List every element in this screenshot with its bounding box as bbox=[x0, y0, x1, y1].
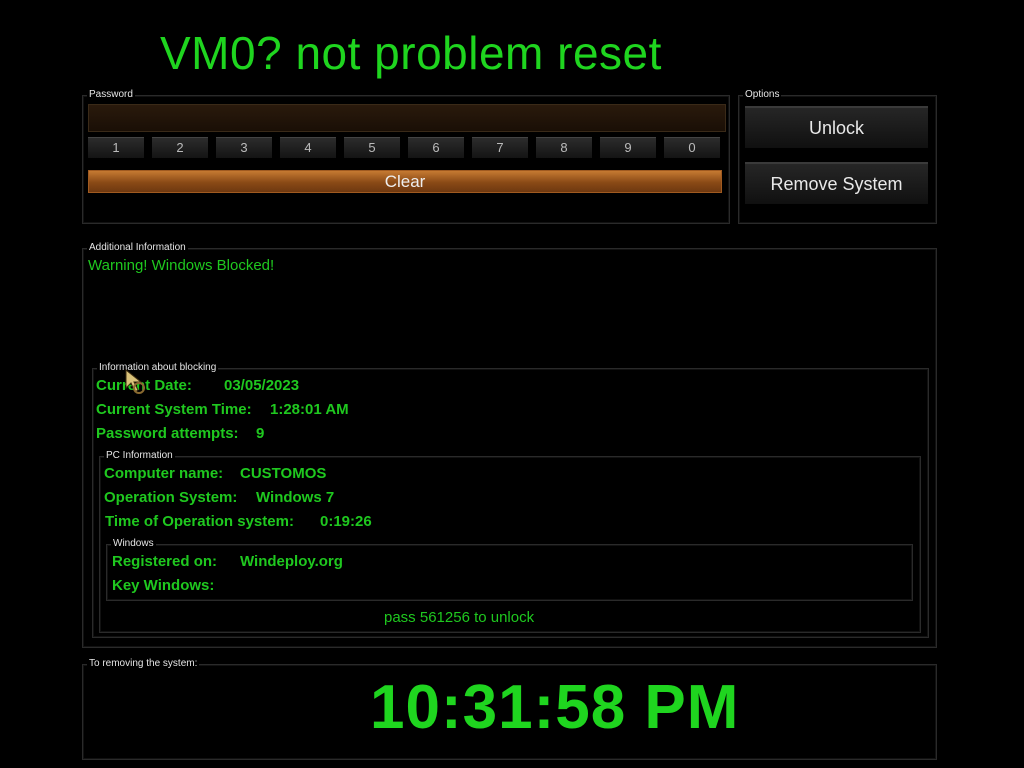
key-7-button[interactable]: 7 bbox=[472, 137, 528, 158]
password-attempts-label: Password attempts: bbox=[96, 425, 239, 442]
key-2-button[interactable]: 2 bbox=[152, 137, 208, 158]
password-attempts-value: 9 bbox=[256, 425, 265, 442]
options-legend: Options bbox=[743, 89, 782, 101]
key-5-button[interactable]: 5 bbox=[344, 137, 400, 158]
windows-legend: Windows bbox=[111, 538, 156, 550]
additional-info-legend: Additional Information bbox=[87, 242, 188, 254]
registered-on-value: Windeploy.org bbox=[240, 553, 343, 570]
key-9-button[interactable]: 9 bbox=[600, 137, 656, 158]
key-windows-label: Key Windows: bbox=[112, 577, 215, 594]
os-time-value: 0:19:26 bbox=[320, 513, 372, 530]
removal-clock: 10:31:58 PM bbox=[370, 673, 740, 742]
password-field[interactable] bbox=[88, 104, 726, 132]
key-6-button[interactable]: 6 bbox=[408, 137, 464, 158]
blocking-info-legend: Information about blocking bbox=[97, 362, 219, 374]
computer-name-value: CUSTOMOS bbox=[240, 465, 327, 482]
key-8-button[interactable]: 8 bbox=[536, 137, 592, 158]
key-1-button[interactable]: 1 bbox=[88, 137, 144, 158]
clear-button[interactable]: Clear bbox=[88, 170, 722, 193]
key-4-button[interactable]: 4 bbox=[280, 137, 336, 158]
os-value: Windows 7 bbox=[256, 489, 335, 506]
key-0-button[interactable]: 0 bbox=[664, 137, 720, 158]
registered-on-label: Registered on: bbox=[112, 553, 218, 570]
page-title: VM0? not problem reset bbox=[160, 27, 662, 79]
warning-text: Warning! Windows Blocked! bbox=[88, 257, 275, 274]
system-time-label: Current System Time: bbox=[96, 401, 252, 418]
unlock-button[interactable]: Unlock bbox=[745, 106, 928, 148]
pass-note: pass 561256 to unlock bbox=[384, 609, 535, 626]
pc-info-legend: PC Information bbox=[104, 450, 175, 462]
key-3-button[interactable]: 3 bbox=[216, 137, 272, 158]
system-time-value: 1:28:01 AM bbox=[270, 401, 349, 418]
removal-legend: To removing the system: bbox=[87, 658, 200, 670]
remove-system-button[interactable]: Remove System bbox=[745, 162, 928, 204]
computer-name-label: Computer name: bbox=[104, 465, 224, 482]
os-label: Operation System: bbox=[104, 489, 238, 506]
password-legend: Password bbox=[87, 89, 135, 101]
windows-group: Windows bbox=[106, 538, 913, 601]
busy-cursor-icon bbox=[125, 368, 145, 394]
os-time-label: Time of Operation system: bbox=[105, 513, 294, 530]
current-date-value: 03/05/2023 bbox=[224, 377, 300, 394]
